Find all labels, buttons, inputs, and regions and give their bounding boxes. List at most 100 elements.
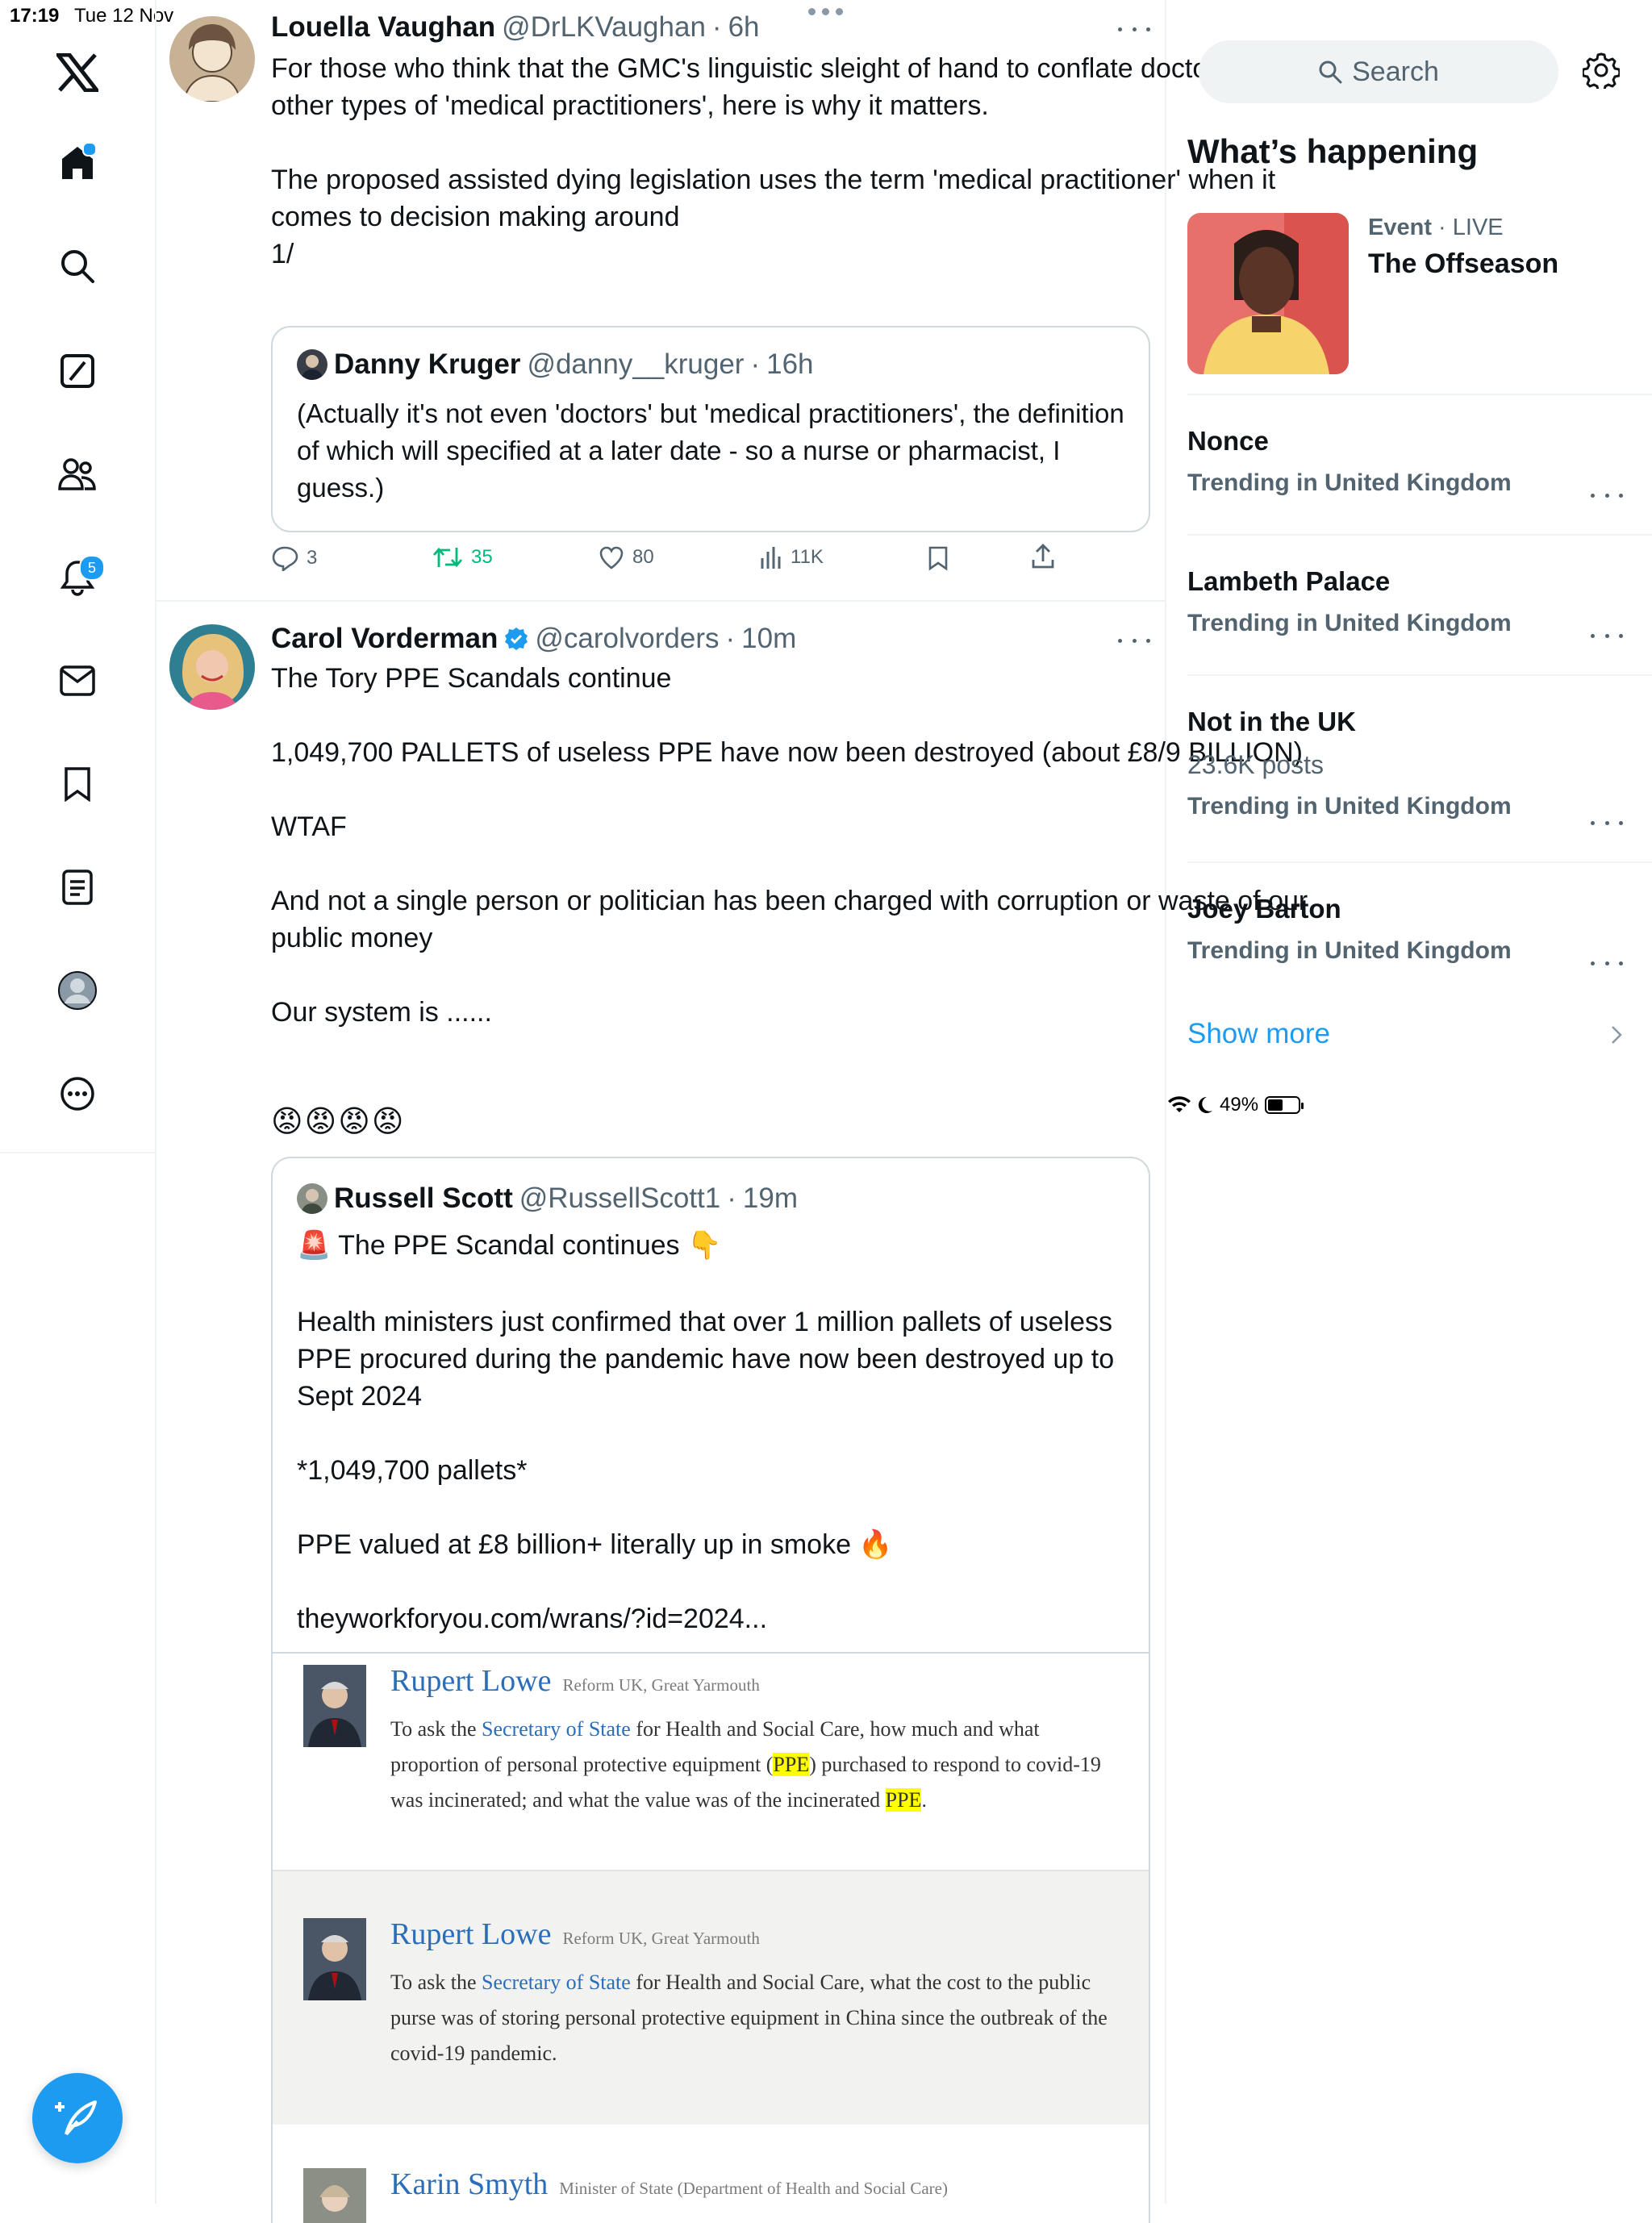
event-card[interactable]: Event · LIVE The Offseason (1187, 213, 1639, 377)
views-count: 11K (791, 546, 824, 568)
x-logo-icon (56, 53, 98, 92)
nav-more[interactable] (45, 1061, 110, 1126)
like-count: 80 (632, 546, 654, 568)
trend-more-button[interactable] (1591, 487, 1623, 503)
verified-badge-icon (505, 628, 528, 650)
timestamp[interactable]: 6h (728, 11, 760, 44)
trend-more-button[interactable] (1591, 628, 1623, 644)
x-logo-button[interactable] (45, 40, 110, 105)
mp-name: Rupert Lowe (390, 1664, 552, 1698)
quote-text: (Actually it's not even 'doctors' but 'm… (297, 398, 1124, 503)
quote-separator-dot: · (750, 348, 761, 380)
search-icon (61, 250, 94, 283)
trend-divider (1187, 674, 1652, 676)
hansard-entry: Rupert Lowe Reform UK, Great Yarmouth To … (273, 1654, 1149, 1870)
bookmark-icon (65, 767, 90, 802)
views-button[interactable]: 11K (760, 545, 824, 569)
timestamp[interactable]: 10m (741, 623, 796, 655)
trend-more-button[interactable] (1591, 815, 1623, 831)
retweet-button[interactable]: 35 (432, 545, 493, 569)
quote-avatar (297, 1183, 327, 1214)
profile-avatar-icon (58, 971, 97, 1010)
quoted-tweet[interactable]: Russell Scott @RussellScott1 · 19m 🚨 The… (271, 1157, 1150, 2223)
author-name[interactable]: Carol Vorderman (271, 623, 498, 655)
communities-icon (58, 458, 96, 490)
grok-icon (60, 354, 94, 388)
left-nav: 5 (0, 0, 155, 1153)
hansard-question: To ask the Secretary of State for Health… (390, 1971, 1108, 2065)
mp-photo (303, 2168, 366, 2223)
trend-name: Not in the UK (1187, 707, 1356, 736)
heart-icon (599, 546, 624, 569)
show-more-link[interactable]: Show more (1187, 1018, 1330, 1050)
quote-timestamp: 16h (766, 348, 814, 380)
mp-name: Karin Smyth (390, 2167, 549, 2201)
author-name[interactable]: Louella Vaughan (271, 11, 495, 44)
compose-post-button[interactable] (32, 2073, 123, 2163)
trend-divider (1187, 534, 1652, 536)
quote-author-handle: @danny__kruger (527, 348, 745, 380)
mp-photo (303, 1665, 366, 1747)
share-button[interactable] (1031, 544, 1055, 569)
search-placeholder: Search (1352, 56, 1439, 87)
quote-text: Health ministers just confirmed that ove… (297, 1307, 1115, 1634)
bookmark-button[interactable] (928, 545, 949, 571)
right-divider (1165, 0, 1166, 2204)
nav-messages[interactable] (45, 649, 110, 713)
reply-button[interactable]: 3 (271, 545, 317, 571)
nav-lists[interactable] (45, 855, 110, 920)
like-button[interactable]: 80 (599, 545, 654, 569)
quote-avatar (297, 349, 327, 380)
event-live-label: LIVE (1452, 215, 1504, 240)
quote-timestamp: 19m (742, 1182, 798, 1214)
quote-separator-dot: · (727, 1182, 736, 1214)
mp-photo (303, 1918, 366, 2000)
mail-icon (60, 665, 95, 696)
tweet-divider (156, 600, 1165, 602)
search-input[interactable]: Search (1199, 40, 1558, 103)
nav-notifications[interactable]: 5 (45, 545, 110, 610)
nav-explore[interactable] (45, 234, 110, 298)
trend-meta: Trending in United Kingdom (1187, 937, 1512, 964)
right-sidebar: Search What’s happening Event · LIVE The… (1168, 0, 1652, 2204)
avatar[interactable] (169, 624, 255, 710)
nav-profile[interactable] (45, 958, 110, 1023)
trend-post-count: 23.6K posts (1187, 750, 1324, 779)
quote-media-image[interactable]: Rupert Lowe Reform UK, Great Yarmouth To … (273, 1652, 1149, 2223)
author-handle[interactable]: @carolvorders (535, 623, 719, 655)
trend-item[interactable]: Joey Barton Trending in United Kingdom (1187, 894, 1631, 966)
separator-dot: · (725, 623, 736, 654)
trend-meta: Trending in United Kingdom (1187, 610, 1512, 636)
reply-icon (272, 546, 298, 571)
quoted-tweet[interactable]: Danny Kruger @danny__kruger · 16h (Actua… (271, 326, 1150, 532)
tweet-text: For those who think that the GMC's lingu… (271, 53, 1287, 269)
tweet-more-button[interactable] (1118, 632, 1150, 649)
trend-item[interactable]: Lambeth Palace Trending in United Kingdo… (1187, 566, 1631, 638)
views-chart-icon (761, 547, 781, 569)
settings-button[interactable] (1581, 52, 1623, 93)
nav-bookmarks[interactable] (45, 752, 110, 816)
retweet-count: 35 (471, 546, 493, 568)
avatar[interactable] (169, 16, 255, 102)
trend-item[interactable]: Not in the UK 23.6K posts Trending in Un… (1187, 707, 1631, 825)
trend-more-button[interactable] (1591, 955, 1623, 971)
reply-count: 3 (307, 547, 318, 569)
trend-meta: Trending in United Kingdom (1187, 793, 1512, 820)
share-icon (1032, 544, 1054, 569)
trend-item[interactable]: Nonce Trending in United Kingdom (1187, 426, 1631, 498)
trend-divider (1187, 861, 1652, 863)
tweet-header: Carol Vorderman @carolvorders · 10m (271, 623, 796, 655)
author-handle[interactable]: @DrLKVaughan (502, 11, 706, 44)
hansard-header: Karin Smyth Minister of State (Department… (390, 2167, 948, 2202)
tweet-header: Louella Vaughan @DrLKVaughan · 6h (271, 11, 760, 44)
event-label: Event (1368, 215, 1432, 240)
top-handle-dots[interactable] (808, 8, 843, 15)
nav-communities[interactable] (45, 442, 110, 507)
chevron-right-icon (1612, 1026, 1622, 1044)
hansard-header: Rupert Lowe Reform UK, Great Yarmouth (390, 1663, 760, 1699)
nav-grok[interactable] (45, 339, 110, 403)
list-icon (62, 870, 93, 905)
nav-home[interactable] (45, 131, 110, 195)
tweet-more-button[interactable] (1118, 21, 1150, 37)
tweet-emojis: 😡😡😡😡 (271, 1105, 406, 1139)
